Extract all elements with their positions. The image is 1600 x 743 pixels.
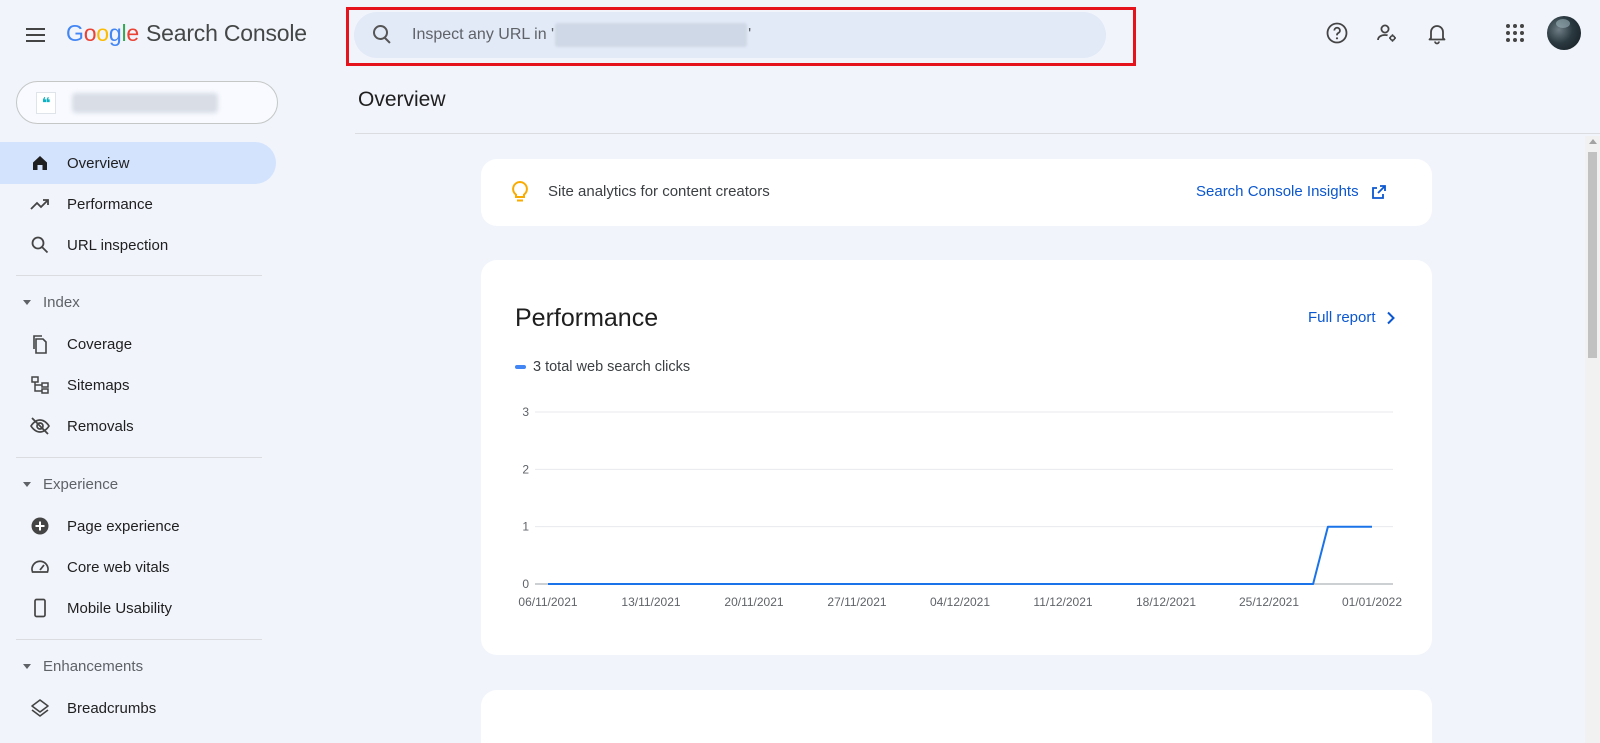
sidebar-item-label: Performance bbox=[67, 195, 153, 213]
apps-grid-icon[interactable] bbox=[1501, 19, 1529, 47]
next-card bbox=[481, 690, 1432, 743]
file-copy-icon bbox=[29, 333, 51, 355]
logo-letter: G bbox=[66, 20, 84, 46]
redacted-property-label bbox=[72, 92, 218, 113]
y-tick-label: 0 bbox=[522, 577, 529, 591]
scroll-up-arrow-icon[interactable] bbox=[1589, 139, 1597, 144]
insight-link-label: Search Console Insights bbox=[1196, 183, 1359, 200]
sitemap-icon bbox=[29, 374, 51, 396]
search-console-insights-link[interactable]: Search Console Insights bbox=[1196, 183, 1387, 200]
home-icon bbox=[29, 152, 51, 174]
sidebar-item-url-inspection[interactable]: URL inspection bbox=[0, 224, 276, 266]
manage-users-icon[interactable] bbox=[1373, 19, 1401, 47]
sidebar-divider bbox=[16, 639, 262, 640]
y-tick-label: 3 bbox=[522, 405, 529, 419]
smartphone-icon bbox=[29, 597, 51, 619]
performance-card: Performance Full report 3 total web sear… bbox=[481, 260, 1432, 655]
section-label: Index bbox=[43, 294, 80, 311]
x-tick-label: 20/11/2021 bbox=[724, 595, 783, 609]
sidebar-item-performance[interactable]: Performance bbox=[0, 183, 276, 225]
logo-letter: e bbox=[126, 20, 139, 46]
caret-down-icon bbox=[23, 482, 31, 487]
notifications-icon[interactable] bbox=[1423, 19, 1451, 47]
sidebar-divider bbox=[16, 457, 262, 458]
x-tick-label: 18/12/2021 bbox=[1136, 595, 1196, 609]
section-header-enhancements[interactable]: Enhancements bbox=[20, 658, 143, 675]
visibility-off-icon bbox=[29, 415, 51, 437]
sidebar-item-page-experience[interactable]: Page experience bbox=[0, 505, 276, 547]
search-icon bbox=[29, 234, 51, 256]
insight-text: Site analytics for content creators bbox=[548, 183, 770, 200]
layers-icon bbox=[29, 697, 51, 719]
scrollbar-thumb[interactable] bbox=[1588, 152, 1597, 358]
y-tick-label: 2 bbox=[522, 462, 529, 476]
lightbulb-icon bbox=[509, 180, 531, 209]
sidebar-item-label: Removals bbox=[67, 417, 134, 435]
x-tick-label: 11/12/2021 bbox=[1033, 595, 1092, 609]
sidebar-item-label: Breadcrumbs bbox=[67, 699, 157, 717]
x-tick-label: 04/12/2021 bbox=[930, 595, 990, 609]
sidebar-item-label: Overview bbox=[67, 154, 130, 172]
app-logo[interactable]: Google Search Console bbox=[66, 20, 307, 47]
sidebar-item-breadcrumbs[interactable]: Breadcrumbs bbox=[0, 687, 276, 729]
add-circle-icon bbox=[29, 515, 51, 537]
sidebar-item-core-web-vitals[interactable]: Core web vitals bbox=[0, 546, 276, 588]
title-divider bbox=[355, 133, 1600, 134]
redacted-property-name bbox=[555, 23, 748, 47]
x-tick-label: 01/01/2022 bbox=[1342, 595, 1402, 609]
sidebar-item-removals[interactable]: Removals bbox=[0, 405, 276, 447]
y-tick-label: 1 bbox=[522, 520, 529, 534]
sidebar-item-label: URL inspection bbox=[67, 236, 169, 254]
menu-icon[interactable] bbox=[22, 20, 52, 50]
help-icon[interactable] bbox=[1323, 19, 1351, 47]
url-inspection-search-input[interactable]: Inspect any URL in ' ' bbox=[354, 12, 1106, 58]
caret-down-icon bbox=[23, 300, 31, 305]
sidebar-item-label: Core web vitals bbox=[67, 558, 170, 576]
caret-down-icon bbox=[23, 664, 31, 669]
sidebar-item-label: Page experience bbox=[67, 517, 180, 535]
trending-up-icon bbox=[29, 193, 51, 215]
sidebar-item-coverage[interactable]: Coverage bbox=[0, 323, 276, 365]
search-placeholder-suffix: ' bbox=[748, 26, 752, 43]
logo-letter: o bbox=[83, 20, 97, 46]
logo-letter: g bbox=[108, 20, 122, 46]
property-selector[interactable]: ❝ bbox=[16, 81, 278, 124]
insights-card: Site analytics for content creators Sear… bbox=[481, 159, 1432, 226]
section-header-experience[interactable]: Experience bbox=[20, 476, 118, 493]
x-tick-label: 27/11/2021 bbox=[827, 595, 886, 609]
product-name: Search Console bbox=[146, 20, 307, 46]
sidebar-item-label: Sitemaps bbox=[67, 376, 130, 394]
search-icon bbox=[370, 23, 394, 47]
sidebar-item-mobile-usability[interactable]: Mobile Usability bbox=[0, 587, 276, 629]
property-favicon-icon: ❝ bbox=[36, 91, 56, 114]
speed-icon bbox=[29, 556, 51, 578]
section-label: Experience bbox=[43, 476, 119, 493]
sidebar-divider bbox=[16, 275, 262, 276]
sidebar-item-overview[interactable]: Overview bbox=[0, 142, 276, 184]
section-header-index[interactable]: Index bbox=[20, 294, 80, 311]
sidebar-item-label: Mobile Usability bbox=[67, 599, 173, 617]
page-title: Overview bbox=[358, 88, 446, 111]
x-tick-label: 13/11/2021 bbox=[621, 595, 680, 609]
sidebar-item-label: Coverage bbox=[67, 335, 133, 353]
search-placeholder-prefix: Inspect any URL in ' bbox=[412, 26, 555, 43]
open-in-new-icon bbox=[1371, 184, 1386, 199]
x-tick-label: 25/12/2021 bbox=[1239, 595, 1299, 609]
x-tick-label: 06/11/2021 bbox=[518, 595, 577, 609]
performance-chart[interactable]: 0 1 2 3 06/11/2021 13/11/2021 20/11/2021 27/11/… bbox=[481, 260, 1432, 655]
logo-letter: o bbox=[96, 20, 109, 46]
search-placeholder: Inspect any URL in ' ' bbox=[412, 23, 751, 47]
sidebar-item-sitemaps[interactable]: Sitemaps bbox=[0, 364, 276, 406]
avatar[interactable] bbox=[1547, 16, 1581, 50]
section-label: Enhancements bbox=[43, 658, 144, 675]
top-app-bar: Google Search Console Inspect any URL in… bbox=[0, 0, 1600, 68]
series-line-clicks[interactable] bbox=[548, 525, 1372, 585]
